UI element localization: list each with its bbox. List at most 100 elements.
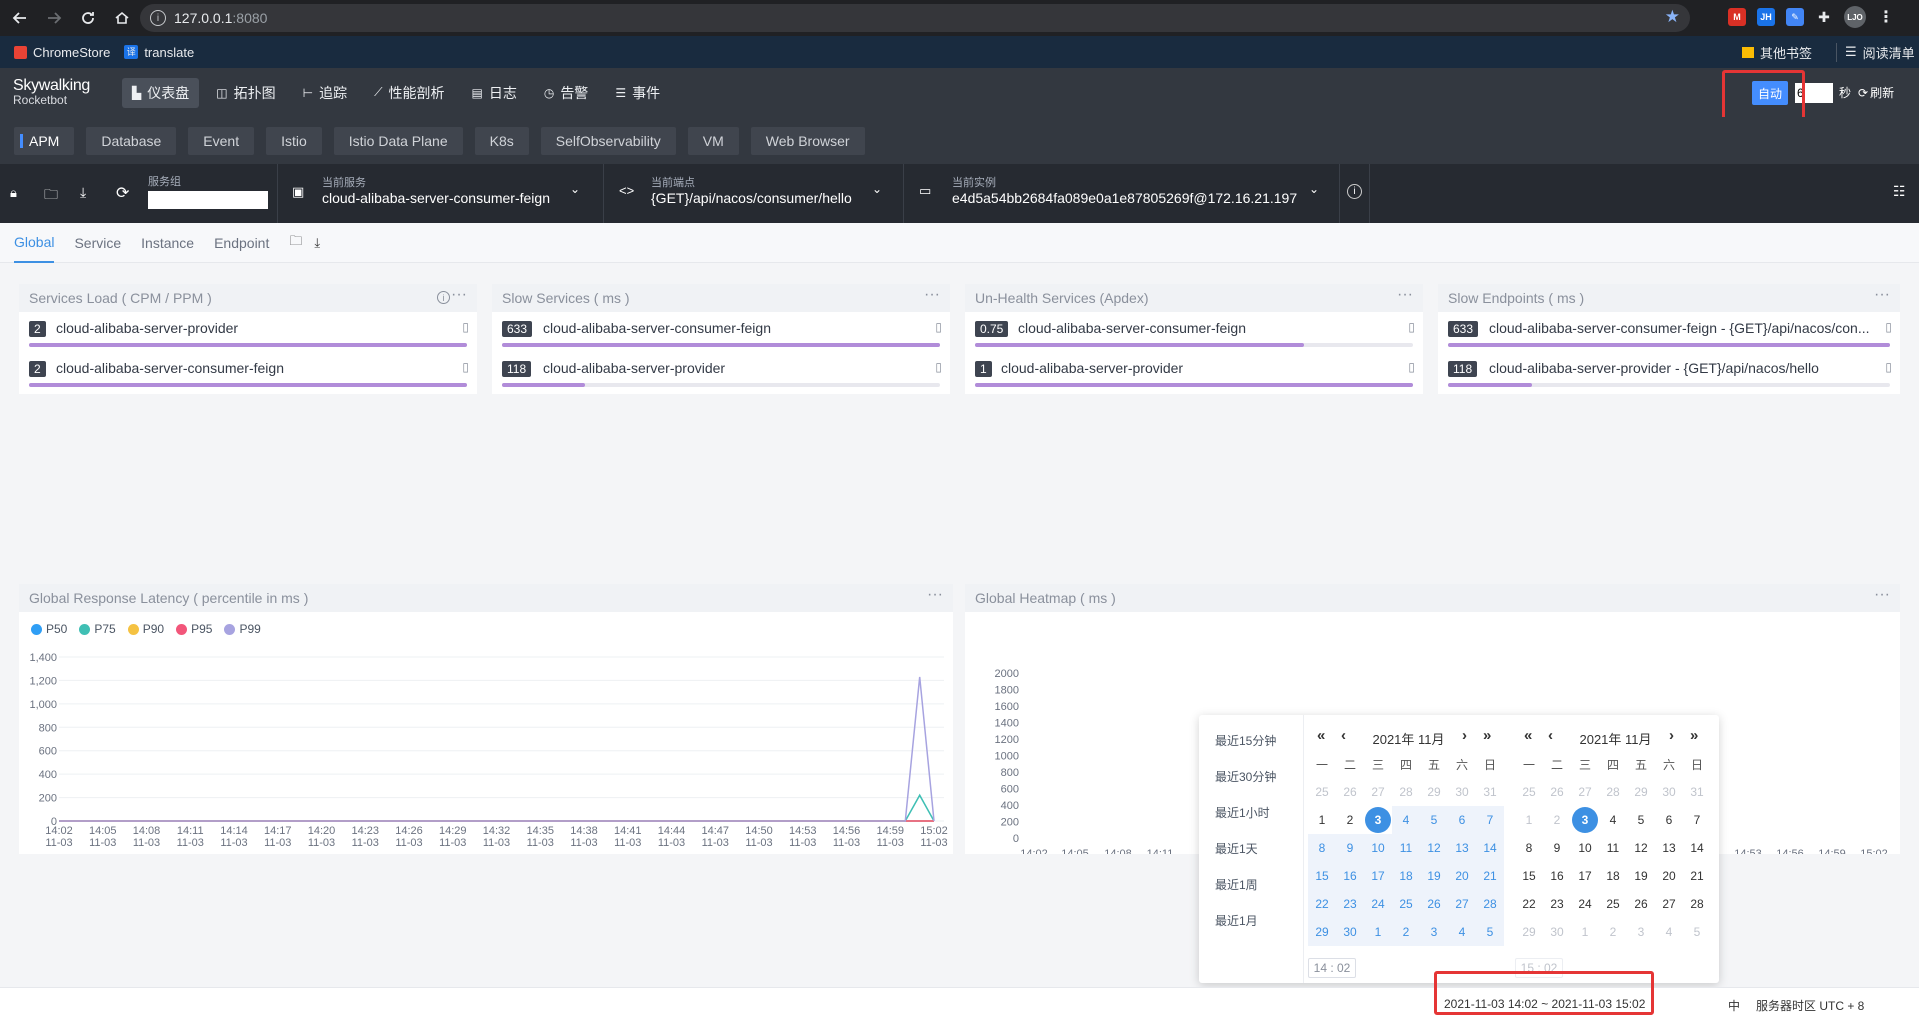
calendar-day[interactable]: 20: [1655, 862, 1683, 890]
list-item[interactable]: 1 cloud-alibaba-server-provider ▯: [965, 352, 1423, 392]
calendar-day[interactable]: 15: [1308, 862, 1336, 890]
calendar-day[interactable]: 10: [1364, 834, 1392, 862]
calendar-day[interactable]: 29: [1515, 918, 1543, 946]
extensions-puzzle-icon[interactable]: ✚: [1815, 8, 1833, 26]
calendar-day[interactable]: 13: [1655, 834, 1683, 862]
more-icon[interactable]: ···: [1874, 286, 1890, 304]
calendar-day[interactable]: 5: [1420, 806, 1448, 834]
tab-endpoint[interactable]: Endpoint: [214, 223, 269, 263]
calendar-day[interactable]: 5: [1476, 918, 1504, 946]
calendar-day[interactable]: 1: [1308, 806, 1336, 834]
calendar-day[interactable]: 23: [1543, 890, 1571, 918]
tab-apm[interactable]: APM: [14, 126, 75, 155]
calendar-day[interactable]: 8: [1515, 834, 1543, 862]
calendar-day[interactable]: 25: [1392, 890, 1420, 918]
calendar-day[interactable]: 2: [1599, 918, 1627, 946]
nav-profile[interactable]: ⟋ 性能剖析: [364, 78, 454, 108]
copy-icon[interactable]: ▯: [462, 360, 469, 374]
shortcut-1day[interactable]: 最近1天: [1199, 830, 1303, 866]
calendar-day[interactable]: 28: [1476, 890, 1504, 918]
calendar-day[interactable]: 16: [1336, 862, 1364, 890]
calendar-day[interactable]: 27: [1571, 778, 1599, 806]
calendar-day[interactable]: 2: [1543, 806, 1571, 834]
calendar-day[interactable]: 29: [1627, 778, 1655, 806]
calendar-day[interactable]: 21: [1683, 862, 1711, 890]
more-icon[interactable]: ···: [1397, 286, 1413, 304]
tab-k8s[interactable]: K8s: [474, 126, 529, 155]
calendar-day[interactable]: 6: [1448, 806, 1476, 834]
nav-log[interactable]: ▤ 日志: [461, 78, 526, 108]
calendar-day[interactable]: 8: [1308, 834, 1336, 862]
nav-event[interactable]: ☰ 事件: [605, 78, 670, 108]
tab-selfobservability[interactable]: SelfObservability: [540, 126, 676, 155]
star-icon[interactable]: ★: [1665, 7, 1680, 27]
shortcut-30min[interactable]: 最近30分钟: [1199, 758, 1303, 794]
calendar-day[interactable]: 4: [1655, 918, 1683, 946]
tab-instance[interactable]: Instance: [141, 223, 194, 263]
calendar-day[interactable]: 20: [1448, 862, 1476, 890]
copy-icon[interactable]: ▯: [935, 360, 942, 374]
calendar-day[interactable]: 15: [1515, 862, 1543, 890]
bookmark-translate[interactable]: 译 translate: [124, 45, 194, 60]
calendar-day[interactable]: 26: [1420, 890, 1448, 918]
list-item[interactable]: 633 cloud-alibaba-server-consumer-feign ▯: [492, 312, 950, 352]
reload-icon[interactable]: [74, 4, 102, 32]
calendar-day[interactable]: 1: [1571, 918, 1599, 946]
calendar-day[interactable]: 19: [1420, 862, 1448, 890]
calendar-day[interactable]: 27: [1655, 890, 1683, 918]
nav-alarm[interactable]: ◷ 告警: [534, 78, 598, 108]
calendar-day[interactable]: 28: [1599, 778, 1627, 806]
calendar-day[interactable]: 18: [1599, 862, 1627, 890]
calendar-day[interactable]: 28: [1392, 778, 1420, 806]
nav-dashboard[interactable]: ▙ 仪表盘: [122, 77, 200, 108]
calendar-day[interactable]: 5: [1683, 918, 1711, 946]
calendar-day[interactable]: 21: [1476, 862, 1504, 890]
list-item[interactable]: 2 cloud-alibaba-server-provider ▯: [19, 312, 477, 352]
language-toggle[interactable]: 中: [1728, 997, 1740, 1014]
calendar-day[interactable]: 18: [1392, 862, 1420, 890]
calendar-day[interactable]: 31: [1683, 778, 1711, 806]
instance-selector[interactable]: 当前实例 e4d5a54bb2684fa089e0a1e87805269f@17…: [952, 177, 1302, 207]
download-icon[interactable]: ⤓: [80, 184, 86, 201]
service-selector[interactable]: 当前服务 cloud-alibaba-server-consumer-feign: [322, 177, 602, 207]
list-item[interactable]: 118 cloud-alibaba-server-provider - {GET}…: [1438, 352, 1900, 392]
calendar-day[interactable]: 7: [1476, 806, 1504, 834]
copy-icon[interactable]: ▯: [1885, 360, 1892, 374]
calendar-day[interactable]: 19: [1627, 862, 1655, 890]
calendar-day[interactable]: 5: [1627, 806, 1655, 834]
calendar-day[interactable]: 3: [1627, 918, 1655, 946]
legend-item[interactable]: P75: [79, 622, 116, 636]
chevron-down-icon[interactable]: ⌄: [570, 182, 580, 196]
tab-database[interactable]: Database: [86, 126, 177, 155]
reading-list[interactable]: ☰ 阅读清单: [1836, 42, 1915, 62]
next-month-icon[interactable]: ›: [1669, 727, 1674, 744]
calendar-day[interactable]: 25: [1308, 778, 1336, 806]
calendar-day[interactable]: 27: [1364, 778, 1392, 806]
copy-icon[interactable]: ▯: [935, 320, 942, 334]
calendar-day[interactable]: 17: [1571, 862, 1599, 890]
tab-service[interactable]: Service: [74, 223, 121, 263]
list-item[interactable]: 2 cloud-alibaba-server-consumer-feign ▯: [19, 352, 477, 392]
calendar-day[interactable]: 6: [1655, 806, 1683, 834]
folder-open-icon[interactable]: 🗀: [44, 184, 58, 208]
back-icon[interactable]: [6, 4, 34, 32]
endpoint-selector[interactable]: 当前端点 {GET}/api/nacos/consumer/hello: [651, 177, 871, 207]
bookmark-chromestore[interactable]: ChromeStore: [14, 45, 110, 60]
legend-item[interactable]: P95: [176, 622, 212, 636]
calendar-day[interactable]: 2: [1392, 918, 1420, 946]
calendar-day[interactable]: 7: [1683, 806, 1711, 834]
calendar-day[interactable]: 14: [1476, 834, 1504, 862]
calendar-day[interactable]: 29: [1308, 918, 1336, 946]
calendar-day[interactable]: 9: [1336, 834, 1364, 862]
calendar-day[interactable]: 22: [1515, 890, 1543, 918]
calendar-day[interactable]: 29: [1420, 778, 1448, 806]
next-year-icon[interactable]: »: [1483, 727, 1491, 744]
calendar-day[interactable]: 23: [1336, 890, 1364, 918]
calendar-day[interactable]: 30: [1543, 918, 1571, 946]
forward-icon[interactable]: [40, 4, 68, 32]
lock-icon[interactable]: 🔒︎: [10, 185, 17, 201]
tab-event[interactable]: Event: [188, 126, 255, 155]
calendar-day[interactable]: 25: [1599, 890, 1627, 918]
calendar-day[interactable]: 1: [1364, 918, 1392, 946]
copy-icon[interactable]: ▯: [1408, 320, 1415, 334]
